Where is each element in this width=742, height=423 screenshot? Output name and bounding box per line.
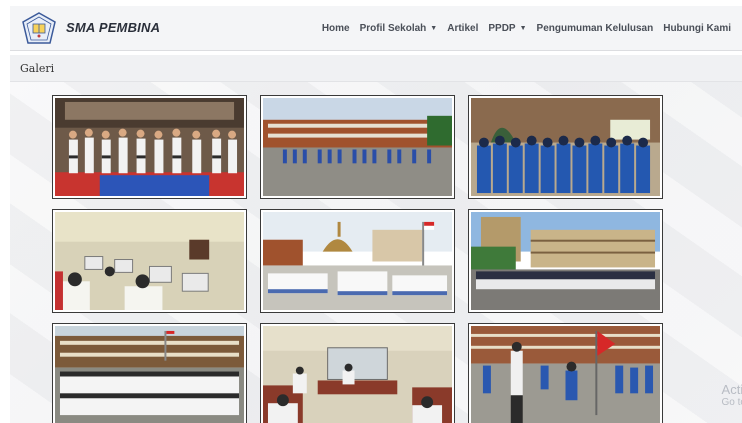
gallery-photo-computer-lab[interactable]: [52, 209, 247, 313]
caret-down-icon: ▼: [430, 25, 438, 32]
navbar: SMA PEMBINA Home Profil Sekolah ▼ Artikel PP…: [10, 6, 742, 51]
gallery-photo-students-white[interactable]: [52, 323, 247, 423]
nav-item-label: Home: [321, 23, 350, 34]
main-nav: Home Profil Sekolah ▼ Artikel PPDP ▼ Pengumuma…: [317, 23, 736, 34]
nav-item-home[interactable]: Home: [317, 23, 355, 34]
gallery-photo-flag-raising[interactable]: [468, 323, 663, 423]
gallery-container: [10, 82, 742, 423]
brand-name[interactable]: SMA PEMBINA: [66, 20, 160, 35]
nav-item-label: Profil Sekolah: [359, 23, 427, 34]
nav-item-hubungi-kami[interactable]: Hubungi Kami: [658, 23, 736, 34]
activation-watermark: Acti Go to: [721, 382, 742, 409]
nav-item-label: Pengumuman Kelulusan: [536, 23, 654, 34]
nav-item-profil-sekolah[interactable]: Profil Sekolah ▼: [355, 23, 443, 34]
nav-item-label: Artikel: [447, 23, 479, 34]
gallery-photo-mass-assembly[interactable]: [260, 209, 455, 313]
gallery-photo-school-building[interactable]: [468, 209, 663, 313]
school-emblem-icon[interactable]: [22, 12, 56, 44]
breadcrumb-bar: Galeri: [10, 55, 742, 82]
nav-item-ppdp[interactable]: PPDP ▼: [483, 23, 531, 34]
gallery-photo-students-group[interactable]: [468, 95, 663, 199]
breadcrumb: Galeri: [20, 62, 55, 75]
nav-item-label: PPDP: [488, 23, 516, 34]
nav-item-pengumuman-kelulusan[interactable]: Pengumuman Kelulusan: [532, 23, 659, 34]
gallery-photo-flag-ceremony[interactable]: [260, 95, 455, 199]
nav-item-label: Hubungi Kami: [663, 23, 731, 34]
gallery-photo-martial-arts[interactable]: [52, 95, 247, 199]
caret-down-icon: ▼: [519, 25, 527, 32]
gallery-photo-classroom-event[interactable]: [260, 323, 455, 423]
nav-item-artikel[interactable]: Artikel: [442, 23, 483, 34]
